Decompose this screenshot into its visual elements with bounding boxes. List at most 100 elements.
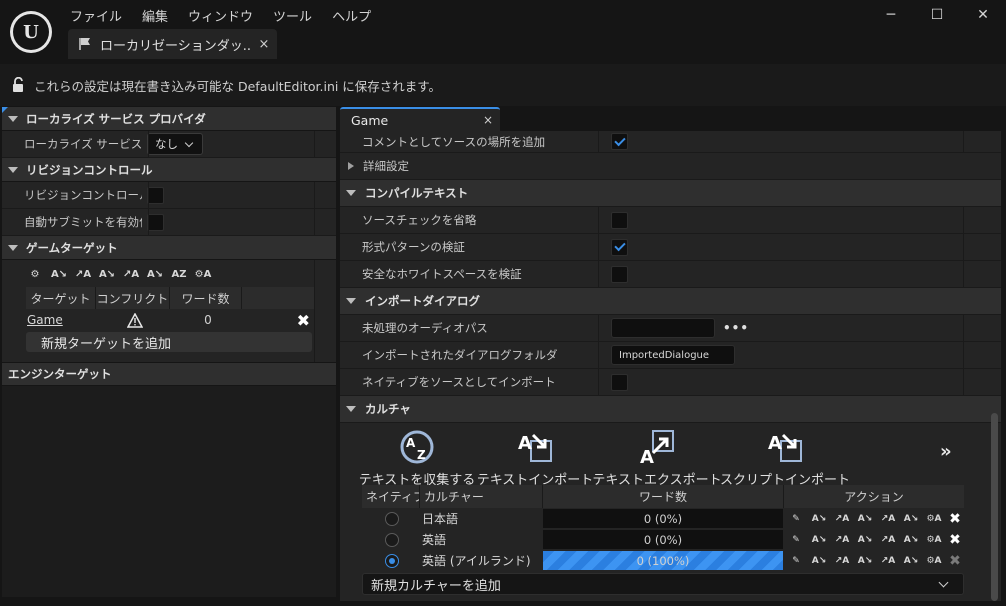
menu-edit[interactable]: 編集 <box>132 4 178 27</box>
provider-dropdown[interactable]: なし <box>147 133 203 155</box>
import-text-icon[interactable]: A↘ <box>810 532 828 548</box>
maximize-button[interactable]: ☐ <box>914 0 960 30</box>
revision-checkbox[interactable] <box>147 186 164 204</box>
comment-source-checkbox[interactable] <box>611 133 628 150</box>
column-word-count[interactable]: ワード数 <box>543 485 784 508</box>
table-row[interactable]: 英語 (アイルランド) 0 (100%) ✎ A↘ ↗A A↘ ↗A A↘ ⚙A… <box>362 550 964 571</box>
tab-game-close-button[interactable]: × <box>476 113 500 127</box>
edit-culture-icon[interactable]: ✎ <box>787 532 805 548</box>
collapse-arrow-icon <box>346 406 356 412</box>
import-text-icon[interactable]: A↘ <box>50 266 68 282</box>
menu-help[interactable]: ヘルプ <box>322 4 381 27</box>
menu-tools[interactable]: ツール <box>263 4 322 27</box>
native-radio-selected[interactable] <box>385 553 399 568</box>
validate-format-label: 形式パターンの検証 <box>362 240 465 254</box>
category-provider[interactable]: ローカライズ サービス プロバイダ <box>2 107 336 131</box>
count-words-icon[interactable]: AZ <box>170 266 188 282</box>
add-target-button[interactable]: 新規ターゲットを追加 <box>26 332 312 352</box>
export-text-button[interactable]: A テキストエクスポート <box>592 423 722 488</box>
autosubmit-checkbox[interactable] <box>147 213 164 231</box>
target-name-link[interactable]: Game <box>26 313 98 327</box>
native-radio[interactable] <box>385 511 399 526</box>
import-dialogue-icon[interactable]: A↘ <box>902 511 920 527</box>
export-dialogue-script-icon[interactable]: ↗A <box>122 266 140 282</box>
category-revision[interactable]: リビジョンコントロール <box>2 158 336 182</box>
column-word-count[interactable]: ワード数 <box>170 287 242 309</box>
column-conflict[interactable]: コンフリクト <box>96 287 170 309</box>
import-script-icon[interactable]: A↘ <box>856 553 874 569</box>
close-window-button[interactable]: ✕ <box>960 0 1006 30</box>
export-text-icon[interactable]: ↗A <box>833 553 851 569</box>
window-controls: ─ ☐ ✕ <box>868 0 1006 30</box>
menu-file[interactable]: ファイル <box>60 4 132 27</box>
skip-source-check-checkbox[interactable] <box>611 211 628 229</box>
scrollbar[interactable] <box>988 131 1000 601</box>
tab-game[interactable]: Game × <box>340 107 500 131</box>
import-native-row: ネイティブをソースとしてインポート <box>340 369 1001 396</box>
compile-icon[interactable]: ⚙A <box>925 553 943 569</box>
game-targets-header: ターゲット コンフリクト ワード数 <box>26 287 314 309</box>
edit-culture-icon[interactable]: ✎ <box>787 511 805 527</box>
gather-text-icon[interactable]: ⚙ <box>26 266 44 282</box>
document-tab[interactable]: ローカリゼーションダッ... × <box>68 29 277 59</box>
import-dialogue-script-icon[interactable]: A↘ <box>98 266 116 282</box>
import-script-icon[interactable]: A↘ <box>856 532 874 548</box>
delete-target-button[interactable]: ✖ <box>244 311 314 330</box>
import-dialogue-icon[interactable]: A↘ <box>146 266 164 282</box>
category-culture[interactable]: カルチャ <box>340 396 1001 423</box>
validate-whitespace-checkbox[interactable] <box>611 265 628 283</box>
column-native[interactable]: ネイティブ <box>362 485 420 508</box>
scrollbar-thumb[interactable] <box>991 413 998 601</box>
export-script-icon[interactable]: ↗A <box>879 532 897 548</box>
revision-label: リビジョンコントロール: <box>24 188 142 202</box>
raw-audio-path-row: 未処理のオーディオパス ••• <box>340 315 1001 342</box>
advanced-settings-expander[interactable]: 詳細設定 <box>340 153 1001 180</box>
category-compile-text[interactable]: コンパイルテキスト <box>340 180 1001 207</box>
column-actions[interactable]: アクション <box>784 485 964 508</box>
import-dialogue-icon[interactable]: A↘ <box>902 532 920 548</box>
import-text-icon[interactable]: A↘ <box>810 553 828 569</box>
import-text-button[interactable]: A テキストインポート <box>477 423 594 488</box>
imported-folder-input[interactable]: ImportedDialogue <box>611 345 735 365</box>
compile-icon[interactable]: ⚙A <box>925 532 943 548</box>
browse-button[interactable]: ••• <box>723 321 749 335</box>
import-script-button[interactable]: A スクリプトインポート <box>720 423 850 488</box>
import-native-checkbox[interactable] <box>611 373 628 391</box>
import-dialogue-icon[interactable]: A↘ <box>902 553 920 569</box>
export-script-icon[interactable]: ↗A <box>879 511 897 527</box>
import-text-icon[interactable]: A↘ <box>810 511 828 527</box>
import-text-icon: A <box>518 433 552 462</box>
table-row[interactable]: 日本語 0 (0%) ✎ A↘ ↗A A↘ ↗A A↘ ⚙A ✖ <box>362 508 964 529</box>
svg-text:A: A <box>518 433 532 454</box>
delete-culture-icon[interactable]: ✖ <box>948 532 962 548</box>
table-row[interactable]: 英語 0 (0%) ✎ A↘ ↗A A↘ ↗A A↘ ⚙A ✖ <box>362 529 964 550</box>
compile-icon[interactable]: ⚙A <box>925 511 943 527</box>
more-tools-chevron-icon[interactable]: » <box>940 441 952 462</box>
gather-text-button[interactable]: AZ テキストを収集する <box>359 423 475 488</box>
compile-text-icon[interactable]: ⚙A <box>194 266 212 282</box>
raw-audio-path-input[interactable] <box>611 318 715 338</box>
document-tab-close-button[interactable]: × <box>251 37 277 52</box>
skip-source-check-label: ソースチェックを省略 <box>362 213 477 227</box>
table-row[interactable]: Game 0 ✖ <box>26 309 314 331</box>
svg-text:A: A <box>406 436 416 450</box>
column-culture[interactable]: カルチャー <box>420 485 543 508</box>
add-culture-dropdown[interactable]: 新規カルチャーを追加 <box>362 573 964 595</box>
category-engine-targets[interactable]: エンジンターゲット <box>2 238 350 386</box>
export-script-icon[interactable]: ↗A <box>879 553 897 569</box>
export-text-icon[interactable]: ↗A <box>833 511 851 527</box>
import-script-icon[interactable]: A↘ <box>856 511 874 527</box>
export-text-icon[interactable]: ↗A <box>833 532 851 548</box>
category-game-targets[interactable]: ゲームターゲット <box>2 236 336 260</box>
category-import-dialogue[interactable]: インポートダイアログ <box>340 288 1001 315</box>
native-radio[interactable] <box>385 532 399 547</box>
validate-format-checkbox[interactable] <box>611 238 628 256</box>
menu-window[interactable]: ウィンドウ <box>178 4 263 27</box>
column-target[interactable]: ターゲット <box>26 287 96 309</box>
minimize-button[interactable]: ─ <box>868 0 914 30</box>
edit-culture-icon[interactable]: ✎ <box>787 553 805 569</box>
autosubmit-row: 自動サブミットを有効化 <box>2 209 336 236</box>
unreal-logo-icon[interactable]: U <box>10 11 52 53</box>
export-text-icon[interactable]: ↗A <box>74 266 92 282</box>
delete-culture-icon[interactable]: ✖ <box>948 511 962 527</box>
